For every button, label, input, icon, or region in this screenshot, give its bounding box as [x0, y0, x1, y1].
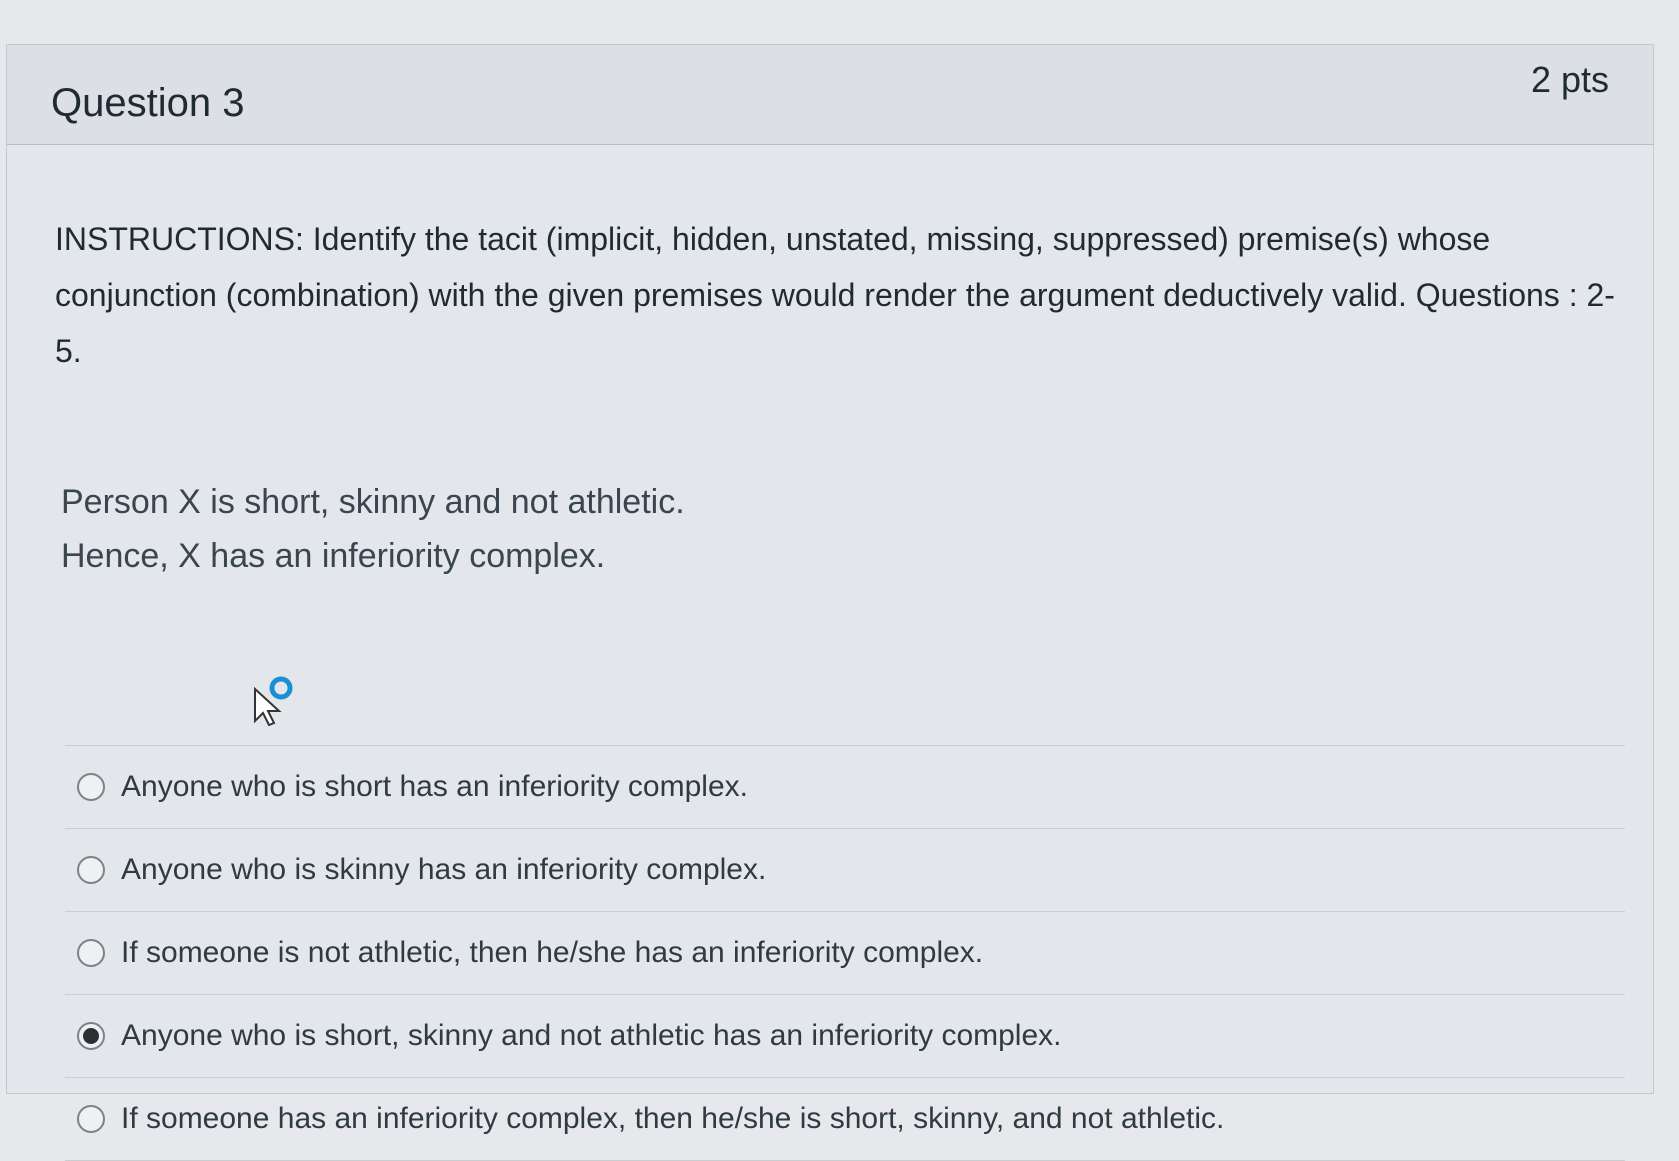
instructions-text: INSTRUCTIONS: Identify the tacit (implic…: [55, 221, 1615, 369]
radio-icon[interactable]: [77, 773, 105, 801]
answer-list: Anyone who is short has an inferiority c…: [65, 745, 1625, 1161]
loading-ring-icon: [269, 676, 293, 700]
question-card: Question 3 2 pts INSTRUCTIONS: Identify …: [6, 44, 1654, 1161]
mouse-cursor-icon: [254, 676, 293, 727]
answer-option-5[interactable]: If someone has an inferiority complex, t…: [65, 1078, 1625, 1161]
argument-premise: Person X is short, skinny and not athlet…: [61, 483, 685, 521]
answer-label: Anyone who is short has an inferiority c…: [121, 770, 748, 803]
argument: Person X is short, skinny and not athlet…: [61, 475, 685, 583]
question-header: Question 3 2 pts: [7, 45, 1653, 145]
radio-icon[interactable]: [77, 856, 105, 884]
answer-label: Anyone who is skinny has an inferiority …: [121, 853, 767, 886]
answer-option-1[interactable]: Anyone who is short has an inferiority c…: [65, 746, 1625, 829]
answer-option-2[interactable]: Anyone who is skinny has an inferiority …: [65, 829, 1625, 912]
answer-label: Anyone who is short, skinny and not athl…: [121, 1019, 1062, 1052]
radio-icon[interactable]: [77, 1022, 105, 1050]
argument-conclusion: Hence, X has an inferiority complex.: [61, 537, 606, 575]
answer-label: If someone is not athletic, then he/she …: [121, 936, 984, 969]
question-points: 2 pts: [1530, 59, 1609, 100]
answer-option-3[interactable]: If someone is not athletic, then he/she …: [65, 912, 1625, 995]
radio-icon[interactable]: [77, 939, 105, 967]
answer-label: If someone has an inferiority complex, t…: [121, 1102, 1225, 1135]
answer-option-4[interactable]: Anyone who is short, skinny and not athl…: [65, 995, 1625, 1078]
question-title: Question 3: [51, 81, 245, 125]
radio-icon[interactable]: [77, 1105, 105, 1133]
